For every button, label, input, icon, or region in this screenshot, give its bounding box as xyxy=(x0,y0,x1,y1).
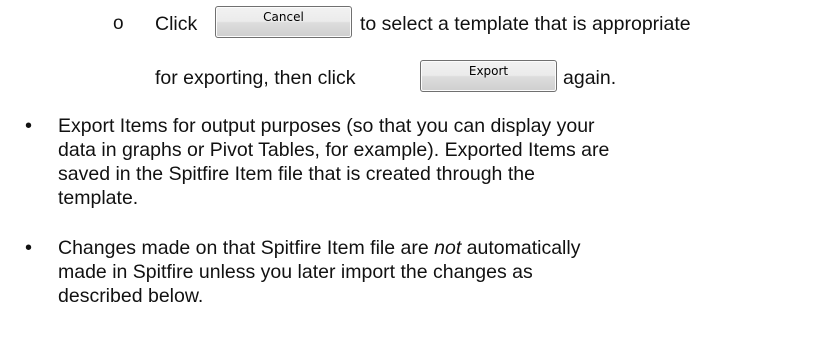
paragraph-line: Changes made on that Spitfire Item file … xyxy=(58,236,580,260)
paragraph-line: described below. xyxy=(58,285,204,307)
instruction-text: to select a template that is appropriate xyxy=(360,13,691,35)
paragraph-line: Export Items for output purposes (so tha… xyxy=(58,115,595,137)
paragraph-line: made in Spitfire unless you later import… xyxy=(58,261,533,283)
export-button-label: Export xyxy=(468,64,509,78)
emphasis-text: not xyxy=(434,237,462,259)
cancel-button-label: Cancel xyxy=(263,10,304,24)
cancel-button[interactable]: Cancel xyxy=(215,6,352,38)
paragraph-text: Changes made on that Spitfire Item file … xyxy=(58,237,435,259)
instruction-text: again. xyxy=(563,67,617,89)
paragraph-line: data in graphs or Pivot Tables, for exam… xyxy=(58,139,610,161)
paragraph-line: saved in the Spitfire Item file that is … xyxy=(58,163,535,185)
sub-bullet-marker: o xyxy=(113,13,124,34)
export-button[interactable]: Export xyxy=(420,60,557,92)
bullet-marker: • xyxy=(25,237,33,259)
paragraph-line: template. xyxy=(58,187,139,209)
instruction-text: Click xyxy=(155,13,198,35)
instruction-text: for exporting, then click xyxy=(155,67,356,89)
paragraph-text: automatically xyxy=(461,237,581,259)
bullet-marker: • xyxy=(25,115,33,137)
